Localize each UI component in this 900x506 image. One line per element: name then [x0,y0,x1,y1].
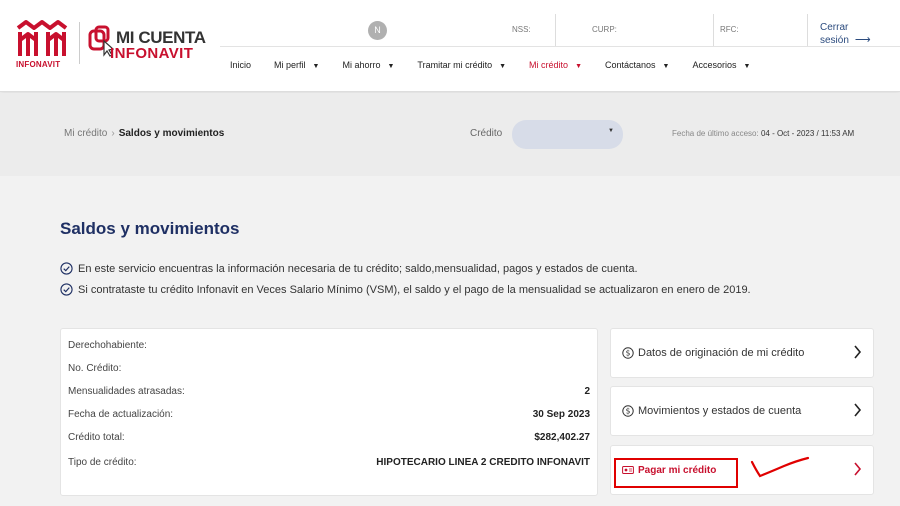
page-title: Saldos y movimientos [60,219,240,238]
menu-item-0[interactable]: Inicio [230,60,251,70]
infonavit-logo-text: INFONAVIT [16,60,61,69]
menu-item-5[interactable]: Contáctanos ▼ [605,60,669,70]
detail-label: Crédito total: [68,432,125,443]
caret-down-icon: ▼ [499,63,507,70]
chevron-right-icon [854,345,862,359]
caret-down-icon: ▼ [312,63,320,70]
detail-row: Crédito total: $282,402.27 [68,432,590,443]
credit-selector-label: Crédito [470,128,503,139]
detail-value: 2 [584,386,590,397]
caret-down-icon: ▼ [662,63,670,70]
last-access: Fecha de último acceso: 04 - Oct - 2023 … [672,129,854,138]
action-label: Datos de originación de mi crédito [638,347,805,359]
menu-item-2[interactable]: Mi ahorro ▼ [342,60,394,70]
breadcrumb-separator: › [111,128,115,139]
detail-row: Derechohabiente: [68,340,590,351]
avatar[interactable]: N [368,21,387,40]
info-line-1: En este servicio encuentras la informaci… [60,262,638,275]
detail-label: Fecha de actualización: [68,409,174,420]
breadcrumb-parent-link[interactable]: Mi crédito [64,128,107,139]
annotation-check-mark [750,456,810,478]
logout-label: Cerrar sesión [820,22,849,46]
menu-item-label: Inicio [230,60,252,70]
detail-row: No. Crédito: [68,363,590,374]
rfc-field: RFC: [716,14,808,46]
detail-label: Mensualidades atrasadas: [68,386,185,397]
detail-label: Tipo de crédito: [68,457,137,468]
menu-item-1[interactable]: Mi perfil ▼ [274,60,319,70]
breadcrumb: Mi crédito › Saldos y movimientos [64,128,224,139]
detail-row: Tipo de crédito: HIPOTECARIO LINEA 2 CRED… [68,457,590,468]
menu-item-3[interactable]: Tramitar mi crédito ▼ [417,60,506,70]
svg-text:$: $ [626,349,631,358]
menu-item-label: Accesorios [692,60,737,70]
info-text-2: Si contrataste tu crédito Infonavit en V… [78,283,751,296]
action-label: Movimientos y estados de cuenta [638,405,802,417]
logout-button[interactable]: Cerrar sesión ⟶ [820,22,900,46]
dollar-circle-icon: $ [622,405,634,417]
curp-field: CURP: [588,14,714,46]
chevron-right-icon [854,403,862,417]
credit-select[interactable]: ▼ [512,120,623,149]
main-menu: Inicio Mi perfil ▼ Mi ahorro ▼ Tramitar mi cr… [230,60,773,70]
detail-label: Derechohabiente: [68,340,147,351]
caret-down-icon: ▼ [575,63,582,70]
menu-item-label: Tramitar mi crédito [417,60,493,70]
action-label: Pagar mi crédito [638,464,717,476]
logo-divider [79,22,80,64]
chevron-down-icon: ▼ [608,128,614,134]
menu-item-label: Contáctanos [605,60,656,70]
detail-value: $282,402.27 [534,432,590,443]
caret-down-icon: ▼ [387,63,395,70]
arrow-right-icon: ⟶ [854,34,871,46]
menu-divider [220,46,900,47]
check-circle-icon [60,283,73,296]
menu-item-label: Mi crédito [529,60,569,70]
top-header: INFONAVIT MI CUENTA INFONAVIT N NSS: CUR… [0,0,900,92]
detail-label: No. Crédito: [68,363,122,374]
check-circle-icon [60,262,73,275]
payment-card-icon [622,466,634,474]
mi-cuenta-logo-line2: INFONAVIT [110,45,194,62]
svg-text:$: $ [626,407,631,416]
last-access-label: Fecha de último acceso: [672,129,759,138]
menu-item-4[interactable]: Mi crédito ▼ [529,60,582,70]
menu-item-6[interactable]: Accesorios ▼ [692,60,750,70]
info-text-1: En este servicio encuentras la informaci… [78,262,638,275]
last-access-value: 04 - Oct - 2023 / 11:53 AM [760,129,855,138]
detail-value: HIPOTECARIO LINEA 2 CREDITO INFONAVIT [376,457,590,468]
chevron-right-icon [854,462,862,476]
breadcrumb-current: Saldos y movimientos [118,128,225,139]
menu-item-label: Mi perfil [274,60,306,70]
originacion-button[interactable]: $ Datos de originación de mi crédito [610,328,874,378]
movimientos-button[interactable]: $ Movimientos y estados de cuenta [610,386,874,436]
detail-row: Fecha de actualización: 30 Sep 2023 [68,409,590,420]
caret-down-icon: ▼ [743,63,751,70]
dollar-circle-icon: $ [622,347,634,359]
detail-value: 30 Sep 2023 [532,409,590,420]
credit-details-card: Derechohabiente: No. Crédito: Mensualida… [60,328,598,496]
menu-item-label: Mi ahorro [342,60,381,70]
pagar-credito-button[interactable]: Pagar mi crédito [610,445,874,495]
nss-field: NSS: [508,14,556,46]
info-line-2: Si contrataste tu crédito Infonavit en V… [60,283,751,296]
detail-row: Mensualidades atrasadas: 2 [68,386,590,397]
